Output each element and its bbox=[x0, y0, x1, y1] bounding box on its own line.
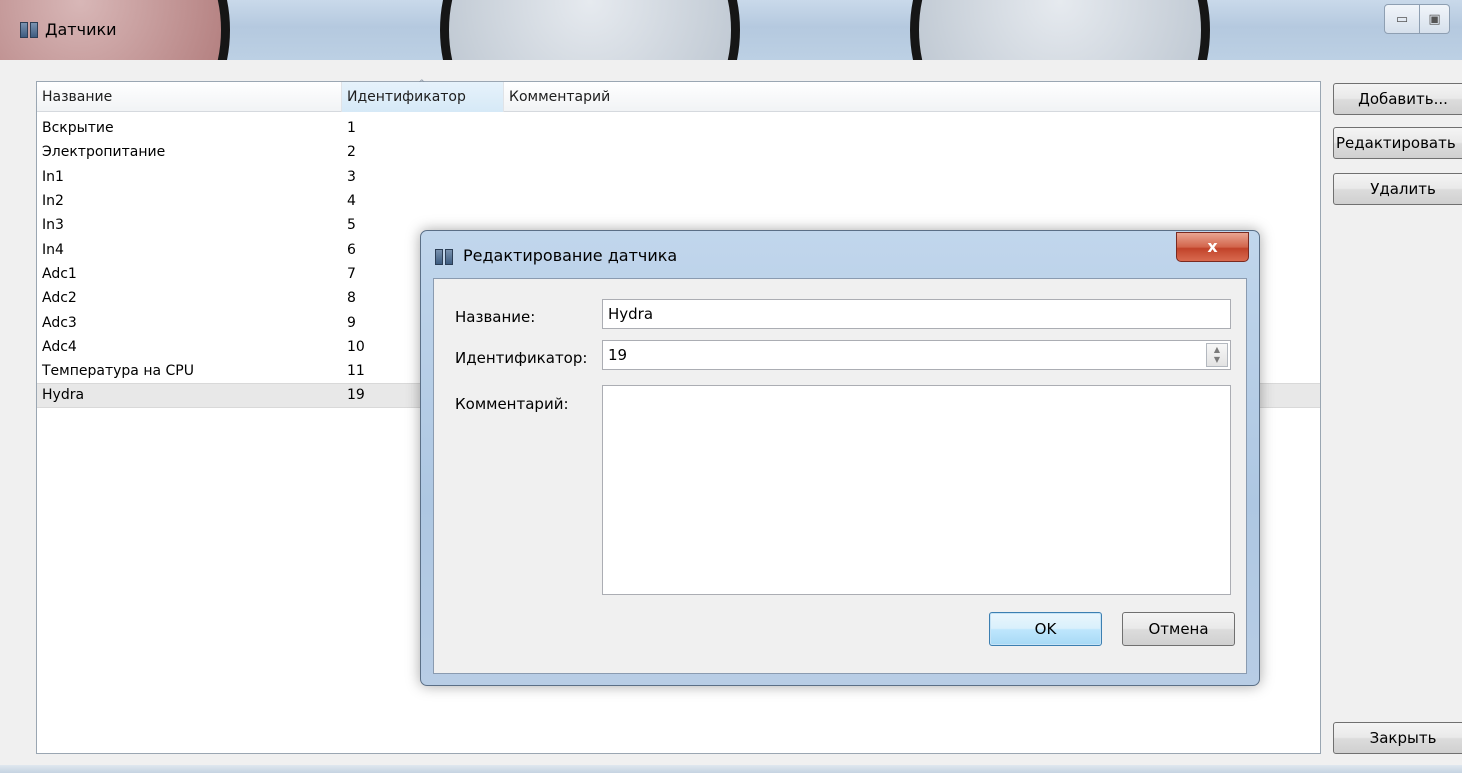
cell-name: Adc4 bbox=[42, 338, 77, 355]
column-header-id[interactable]: ^ Идентификатор bbox=[342, 79, 504, 112]
cell-id: 3 bbox=[347, 168, 356, 185]
name-label: Название: bbox=[455, 308, 536, 326]
comment-textarea[interactable] bbox=[602, 385, 1231, 595]
cell-name: In2 bbox=[42, 193, 64, 210]
dialog-app-icon bbox=[435, 249, 453, 265]
table-row[interactable]: Вскрытие 1 bbox=[37, 116, 1320, 140]
window-controls: ▭ ▣ bbox=[1384, 0, 1462, 34]
column-header-comment[interactable]: Комментарий bbox=[504, 82, 1320, 112]
cell-name: Hydra bbox=[42, 387, 85, 404]
dialog-title: Редактирование датчика bbox=[463, 246, 678, 265]
column-header-id-label: Идентификатор bbox=[347, 89, 466, 105]
ok-button[interactable]: OK bbox=[989, 612, 1102, 646]
cell-name: Adc1 bbox=[42, 265, 77, 282]
cancel-button[interactable]: Отмена bbox=[1122, 612, 1235, 646]
background-gauge-decoration bbox=[440, 0, 740, 60]
delete-button[interactable]: Удалить bbox=[1333, 173, 1462, 205]
comment-label: Комментарий: bbox=[455, 395, 569, 413]
edit-sensor-dialog: Редактирование датчика x Название: Hydra… bbox=[420, 230, 1260, 686]
close-button[interactable]: Закрыть bbox=[1333, 722, 1462, 754]
cell-id: 1 bbox=[347, 120, 356, 137]
app-icon bbox=[20, 22, 38, 38]
table-row[interactable]: In1 3 bbox=[37, 165, 1320, 189]
cell-name: Adc3 bbox=[42, 314, 77, 331]
name-field[interactable]: Hydra bbox=[602, 299, 1231, 329]
table-header: Название ^ Идентификатор Комментарий bbox=[37, 79, 1320, 112]
cell-id: 2 bbox=[347, 144, 356, 161]
cell-id: 4 bbox=[347, 193, 356, 210]
window-bottom-edge bbox=[0, 765, 1462, 773]
column-header-name[interactable]: Название bbox=[37, 82, 342, 112]
cell-name: Adc2 bbox=[42, 290, 77, 307]
id-spinbox[interactable]: 19 ▲ ▼ bbox=[602, 340, 1231, 370]
id-value: 19 bbox=[608, 346, 628, 364]
table-row[interactable]: Электропитание 2 bbox=[37, 140, 1320, 164]
background-gauge-decoration bbox=[910, 0, 1210, 60]
cell-name: In4 bbox=[42, 241, 64, 258]
sort-ascending-icon: ^ bbox=[418, 79, 426, 89]
close-icon[interactable]: x bbox=[1176, 232, 1249, 262]
cell-name: In3 bbox=[42, 217, 64, 234]
cell-name: Вскрытие bbox=[42, 120, 114, 137]
add-button[interactable]: Добавить... bbox=[1333, 83, 1462, 115]
table-row[interactable]: In2 4 bbox=[37, 189, 1320, 213]
minimize-icon[interactable]: ▭ bbox=[1384, 4, 1420, 34]
maximize-icon[interactable]: ▣ bbox=[1420, 4, 1450, 34]
dialog-body: Название: Hydra Идентификатор: 19 ▲ ▼ Ком… bbox=[433, 278, 1247, 674]
id-label: Идентификатор: bbox=[455, 349, 588, 367]
window-title: Датчики bbox=[45, 20, 117, 39]
edit-button[interactable]: Редактировать bbox=[1333, 127, 1462, 159]
spin-arrows-icon[interactable]: ▲ ▼ bbox=[1206, 343, 1228, 367]
cell-name: In1 bbox=[42, 168, 64, 185]
cell-name: Температура на CPU bbox=[42, 363, 194, 380]
cell-name: Электропитание bbox=[42, 144, 166, 161]
window-titlebar[interactable]: Датчики ▭ ▣ bbox=[0, 0, 1462, 60]
